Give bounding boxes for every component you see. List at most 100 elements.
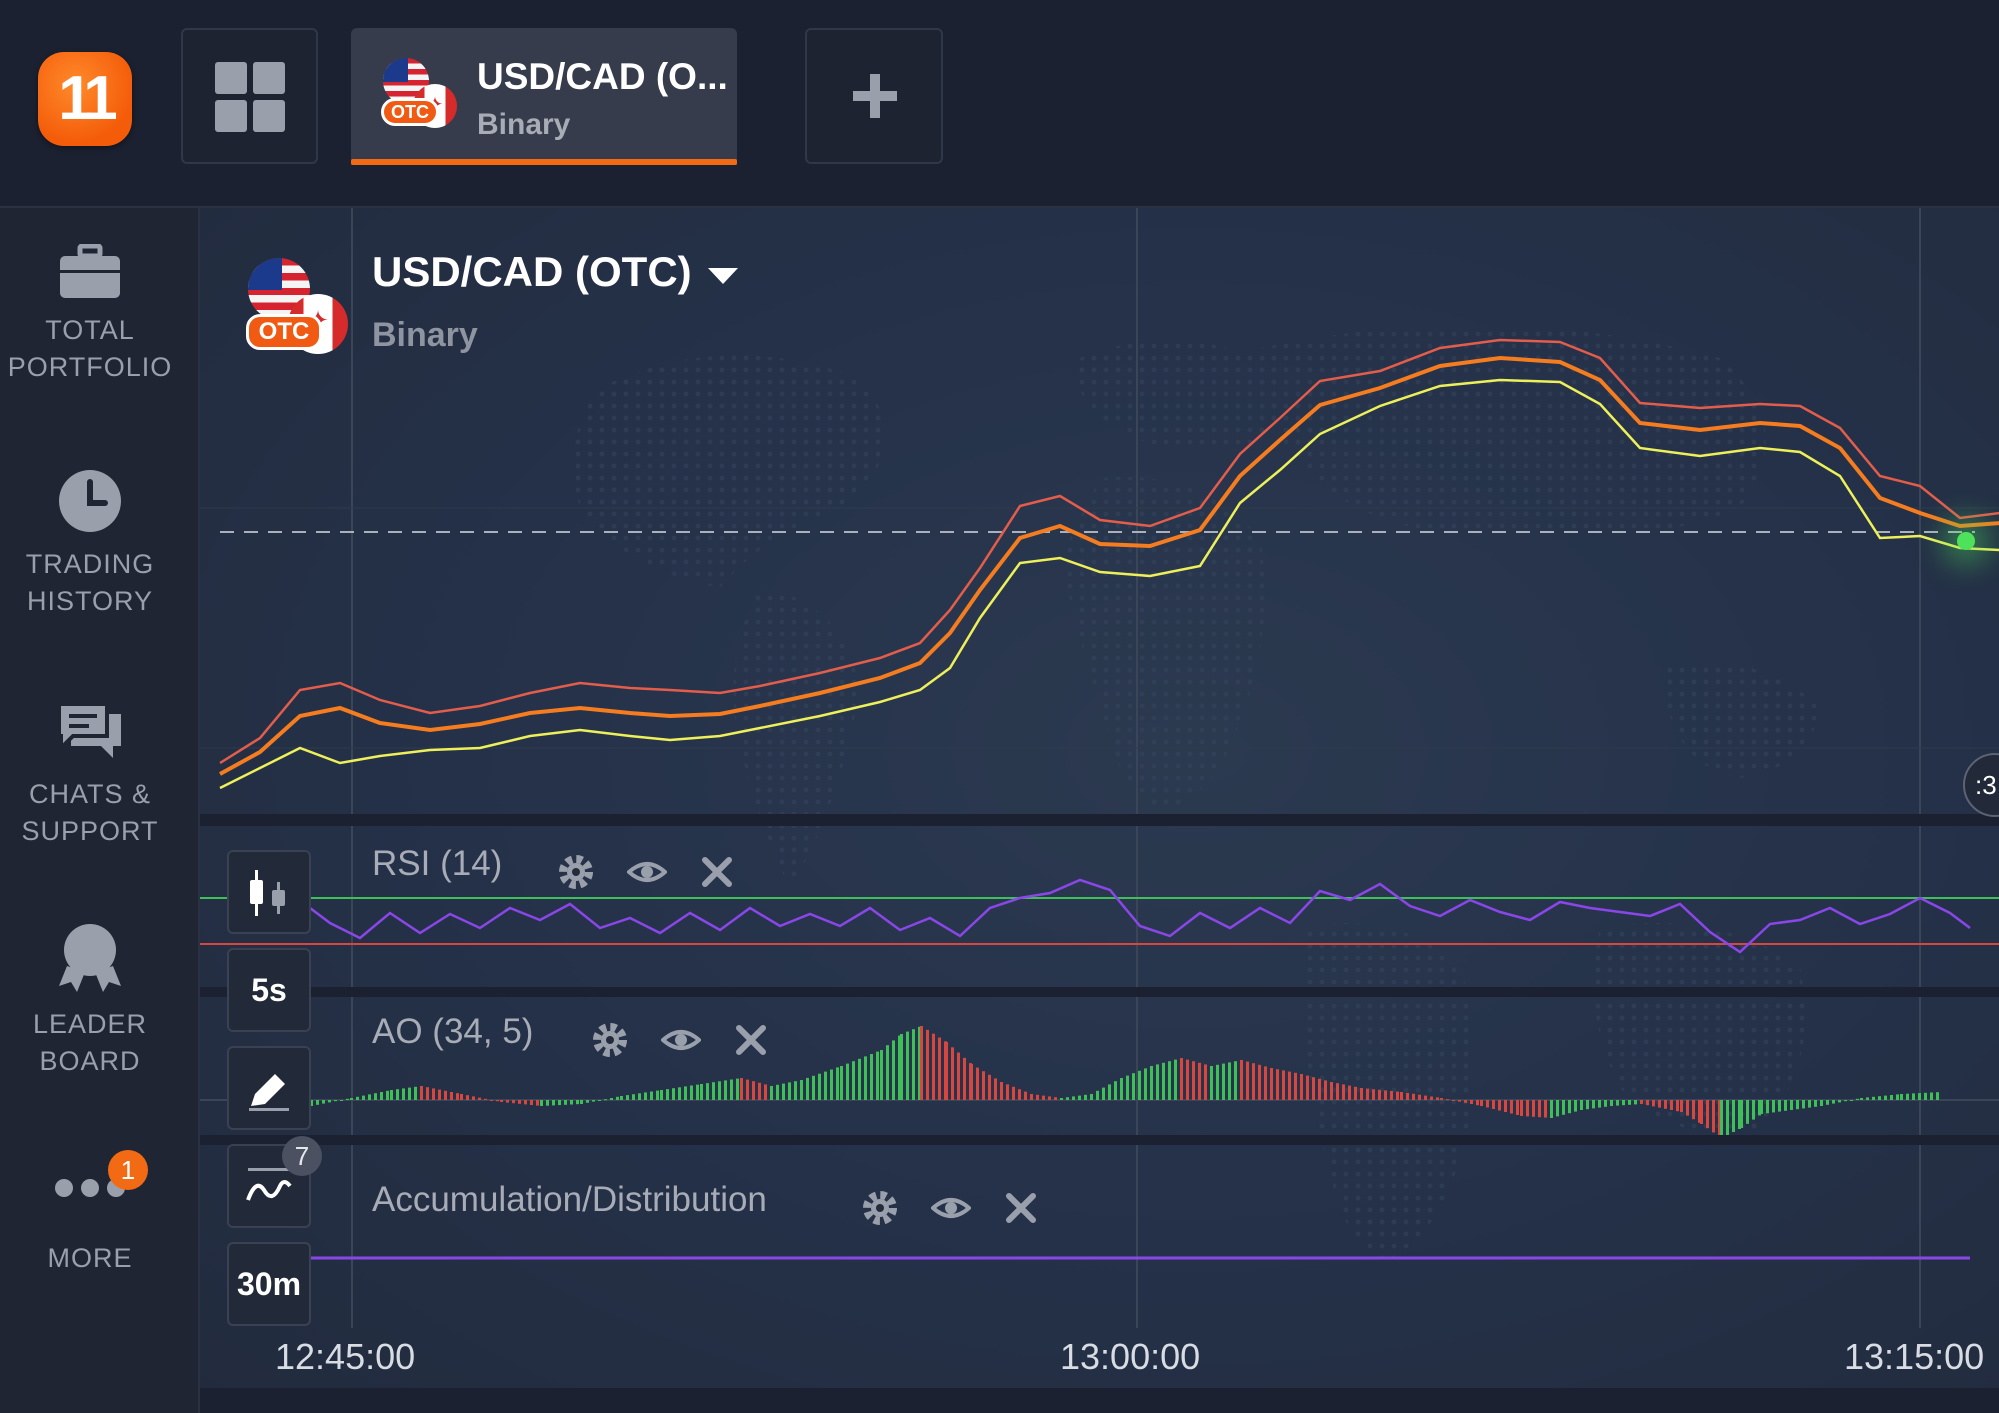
ao-bar <box>1486 1100 1489 1108</box>
chart-canvas[interactable] <box>200 208 1999 1413</box>
ao-bar <box>945 1042 948 1100</box>
sidebar-item-total-portfolio[interactable]: TOTAL PORTFOLIO <box>0 244 180 386</box>
ao-bar <box>322 1100 325 1104</box>
ao-bar <box>870 1054 873 1100</box>
ao-bar <box>1740 1100 1743 1128</box>
chart-area[interactable]: OTC USD/CAD (OTC) Binary RSI (14) AO (34… <box>200 208 1999 1413</box>
ao-bar <box>1900 1094 1903 1100</box>
ao-bar <box>1658 1100 1661 1108</box>
ao-bar <box>1616 1100 1619 1106</box>
ao-bar <box>1276 1069 1279 1100</box>
eye-icon[interactable] <box>661 1020 701 1060</box>
ao-bar <box>1222 1063 1225 1100</box>
ao-bar <box>540 1100 543 1106</box>
ao-bar <box>1772 1100 1775 1113</box>
ao-bar <box>1318 1078 1321 1100</box>
ao-bar <box>1042 1095 1045 1100</box>
ao-bar <box>1174 1059 1177 1100</box>
add-tab-button[interactable] <box>805 28 943 164</box>
ao-bar <box>730 1079 733 1100</box>
chart-type-button[interactable] <box>227 850 311 934</box>
asset-tab-usdcad[interactable]: OTC USD/CAD (O... Binary <box>351 28 737 165</box>
ao-bar <box>1300 1074 1303 1100</box>
chart-scrollbar[interactable] <box>200 1388 1999 1413</box>
sidebar-item-trading-history[interactable]: TRADING HISTORY <box>0 468 180 620</box>
ao-bar <box>1796 1100 1799 1110</box>
accumulation-distribution-label: Accumulation/Distribution <box>372 1180 767 1219</box>
ao-bar <box>1866 1097 1869 1100</box>
gear-icon[interactable] <box>860 1188 900 1228</box>
ao-bar <box>1162 1062 1165 1100</box>
ao-bar <box>1568 1100 1571 1114</box>
ao-bar <box>340 1100 343 1101</box>
ao-bar <box>1592 1100 1595 1109</box>
ao-bar <box>1664 1100 1667 1109</box>
gear-icon[interactable] <box>556 852 596 892</box>
ao-bar <box>1066 1097 1069 1100</box>
usdcad-flag-icon: OTC <box>246 258 348 358</box>
ao-bar <box>1912 1093 1915 1100</box>
ao-bar <box>696 1084 699 1100</box>
ao-bar <box>970 1064 973 1100</box>
apps-grid-button[interactable] <box>181 28 318 164</box>
ao-bar <box>1622 1100 1625 1106</box>
ao-bar <box>1464 1100 1467 1103</box>
ao-bar <box>660 1090 663 1100</box>
sidebar-item-chats-support[interactable]: CHATS & SUPPORT <box>0 700 180 850</box>
ao-bar <box>1628 1100 1631 1105</box>
close-icon[interactable] <box>731 1020 771 1060</box>
ao-bar <box>782 1083 785 1100</box>
ao-bar <box>1826 1100 1829 1105</box>
ao-bar <box>604 1099 607 1101</box>
ao-bar <box>558 1100 561 1106</box>
gear-icon[interactable] <box>590 1020 630 1060</box>
ao-bar <box>1532 1100 1535 1117</box>
ao-bar <box>362 1095 365 1100</box>
ao-bar <box>724 1080 727 1100</box>
ao-bar <box>746 1079 749 1100</box>
sidebar-item-more[interactable]: MORE <box>0 1176 180 1277</box>
ao-bar <box>800 1080 803 1100</box>
ao-bar <box>386 1090 389 1100</box>
ao-bar <box>1294 1072 1297 1100</box>
ao-bar <box>1544 1100 1547 1118</box>
ao-bar <box>1700 1100 1703 1124</box>
ao-bar <box>1766 1100 1769 1114</box>
drawing-tools-button[interactable] <box>227 1046 311 1130</box>
ao-bar <box>1216 1064 1219 1100</box>
ao-bar <box>1446 1099 1449 1101</box>
ao-bar <box>892 1040 895 1100</box>
timeframe-button[interactable]: 5s <box>227 948 311 1032</box>
ao-bar <box>1246 1061 1249 1100</box>
ao-bar <box>1228 1062 1231 1100</box>
period-button[interactable]: 30m <box>227 1242 311 1326</box>
ao-bar <box>408 1087 411 1100</box>
ao-bar <box>938 1037 941 1100</box>
eye-icon[interactable] <box>931 1188 971 1228</box>
ao-bar <box>864 1056 867 1100</box>
asset-selector[interactable]: USD/CAD (OTC) <box>372 248 692 296</box>
ao-bar <box>1430 1096 1433 1100</box>
ao-bar <box>1306 1075 1309 1100</box>
ao-bar <box>1936 1092 1939 1100</box>
ao-bar <box>598 1100 601 1101</box>
ao-bar <box>632 1094 635 1100</box>
ao-bar <box>1586 1100 1589 1110</box>
ao-bar <box>460 1094 463 1100</box>
close-icon[interactable] <box>1001 1188 1041 1228</box>
chevron-down-icon[interactable] <box>708 268 738 284</box>
close-icon[interactable] <box>697 852 737 892</box>
ao-bar <box>570 1100 573 1105</box>
ao-bar <box>1504 1100 1507 1112</box>
ao-bar <box>1366 1088 1369 1100</box>
sidebar-item-leader-board[interactable]: LEADER BOARD <box>0 922 180 1080</box>
app-logo[interactable]: 11 <box>38 52 132 146</box>
ao-bar <box>846 1063 849 1100</box>
eye-icon[interactable] <box>627 852 667 892</box>
ao-bar <box>1288 1071 1291 1100</box>
ao-bar <box>552 1100 555 1106</box>
ao-bar <box>1896 1094 1899 1100</box>
live-price-dot <box>1957 532 1975 550</box>
ao-bar <box>444 1090 447 1100</box>
ao-bar <box>1676 1100 1679 1112</box>
